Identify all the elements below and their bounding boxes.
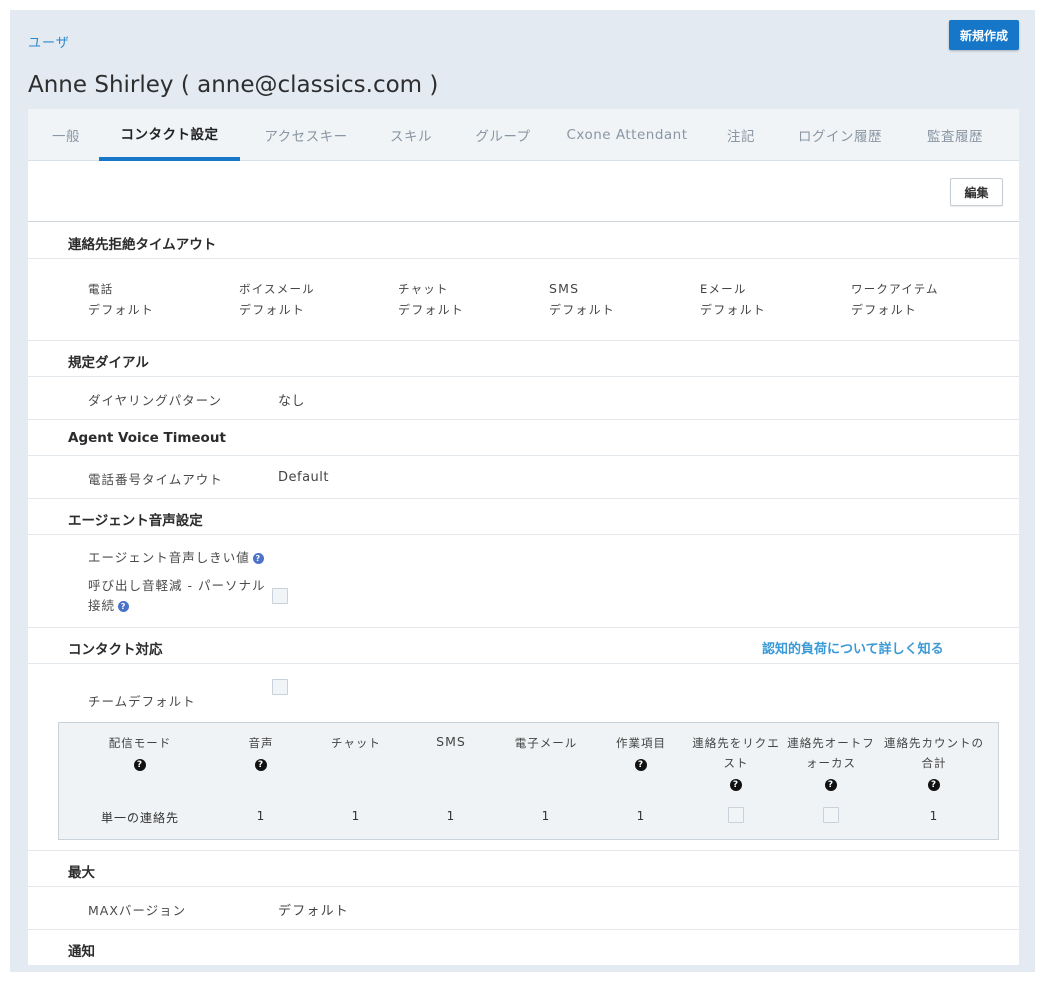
team-default-checkbox[interactable] [272,679,288,695]
divider [28,663,1019,664]
tab-login-history[interactable]: ログイン履歴 [786,109,894,161]
divider [28,340,1019,341]
ring-reduction-label-line2-wrap: 接続? [88,596,265,616]
table-header-delivery-mode: 配信モード ? [100,733,180,773]
ring-reduction-label-line1: 呼び出し音軽減 - パーソナル [88,578,266,593]
max-version-label: MAXバージョン [88,903,187,918]
tab-notes[interactable]: 注記 [713,109,769,161]
tab-general[interactable]: 一般 [28,109,104,161]
help-icon[interactable]: ? [730,779,742,791]
channel-value-work-item: デフォルト [851,303,918,317]
divider [28,498,1019,499]
tab-audit-history[interactable]: 監査履歴 [911,109,999,161]
help-icon[interactable]: ? [635,759,647,771]
table-header-work-item: 作業項目 ? [608,733,674,773]
channel-value-phone: デフォルト [88,303,155,317]
ring-reduction-label: 呼び出し音軽減 - パーソナル 接続? [88,576,265,616]
tab-contact-settings[interactable]: コンタクト設定 [99,109,240,161]
dialing-pattern-label: ダイヤリングパターン [88,393,223,408]
edit-button[interactable]: 編集 [950,178,1003,206]
channel-value-chat: デフォルト [398,303,465,317]
table-header-text: 電子メール [514,736,578,750]
voice-threshold-label-text: エージェント音声しきい値 [88,550,250,565]
channel-value-email: デフォルト [700,303,767,317]
section-title-agent-voice: エージェント音声設定 [68,513,203,529]
channel-label-phone: 電話 [88,282,114,296]
help-icon[interactable]: ? [252,553,264,564]
help-icon[interactable]: ? [825,779,837,791]
tab-access-keys[interactable]: アクセスキー [250,109,362,161]
phone-timeout-value: Default [278,470,329,485]
table-header-text: 連絡先オートフォーカス [787,736,875,770]
section-title-rejection-timeout: 連絡先拒絶タイムアウト [68,237,217,253]
tab-cxone-attendant[interactable]: Cxone Attendant [562,109,692,161]
section-title-notification: 通知 [68,944,95,960]
table-header-sms: SMS [421,732,481,752]
channel-value-voicemail: デフォルト [239,303,306,317]
cell-chat: 1 [351,809,361,823]
divider [28,419,1019,420]
channel-label-chat: チャット [398,282,449,296]
table-header-text: チャット [331,736,381,750]
voice-threshold-label: エージェント音声しきい値? [88,547,264,566]
table-header-chat: チャット [326,733,386,753]
table-header-auto-focus: 連絡先オートフォーカス ? [786,733,876,793]
cell-email: 1 [541,809,551,823]
channel-label-sms: SMS [549,281,580,296]
divider [28,929,1019,930]
team-default-label: チームデフォルト [88,694,196,709]
tab-groups[interactable]: グループ [463,109,543,161]
breadcrumb-users[interactable]: ユーザ [28,32,70,51]
user-details-card: 一般 コンタクト設定 アクセスキー スキル グループ Cxone Attenda… [28,109,1019,965]
table-header-request-contact: 連絡先をリクエスト ? [691,733,781,793]
cell-total-count: 1 [929,809,939,823]
cell-work-item: 1 [636,809,646,823]
phone-timeout-label: 電話番号タイムアウト [88,472,223,487]
auto-focus-checkbox[interactable] [823,807,839,823]
ring-reduction-checkbox[interactable] [272,588,288,604]
divider [28,850,1019,851]
table-header-text: SMS [436,734,466,749]
help-icon[interactable]: ? [255,759,267,771]
table-header-email: 電子メール [509,733,583,753]
help-icon[interactable]: ? [118,601,130,612]
divider [28,455,1019,456]
cell-sms: 1 [446,809,456,823]
table-header-voice: 音声 ? [231,733,291,773]
channel-value-sms: デフォルト [549,303,616,317]
create-new-button[interactable]: 新規作成 [949,20,1019,50]
help-icon[interactable]: ? [134,759,146,771]
divider [28,221,1019,222]
channel-label-voicemail: ボイスメール [239,282,315,296]
section-title-voice-timeout: Agent Voice Timeout [68,430,226,446]
section-title-max: 最大 [68,865,95,881]
divider [28,886,1019,887]
table-header-text: 連絡先カウントの合計 [884,736,984,770]
ring-reduction-label-line2: 接続 [88,598,116,613]
table-header-total-count: 連絡先カウントの合計 ? [884,733,984,793]
divider [28,376,1019,377]
page-title: Anne Shirley ( anne@classics.com ) [28,72,439,98]
cell-delivery-mode: 単一の連絡先 [100,811,179,825]
request-contact-checkbox[interactable] [728,807,744,823]
section-title-contact-handling: コンタクト対応 [68,642,163,658]
tab-bar: 一般 コンタクト設定 アクセスキー スキル グループ Cxone Attenda… [28,109,1019,161]
divider [28,534,1019,535]
channel-label-work-item: ワークアイテム [851,282,939,296]
channel-label-email: Eメール [700,282,747,296]
contact-delivery-table: 配信モード ? 音声 ? チャット SMS 電子メール 作業項目 ? 連絡先をリ… [58,722,999,840]
table-header-text: 音声 [248,736,274,750]
tab-skills[interactable]: スキル [378,109,444,161]
divider [28,258,1019,259]
help-icon[interactable]: ? [928,779,940,791]
table-header-text: 作業項目 [616,736,666,750]
divider [28,627,1019,628]
table-header-text: 配信モード [108,736,172,750]
max-version-value: デフォルト [278,904,350,919]
cognitive-load-link[interactable]: 認知的負荷について詳しく知る [762,638,944,657]
section-title-default-dial: 規定ダイアル [68,355,149,371]
table-header-text: 連絡先をリクエスト [692,736,780,770]
dialing-pattern-value: なし [278,394,306,409]
cell-voice: 1 [256,809,266,823]
